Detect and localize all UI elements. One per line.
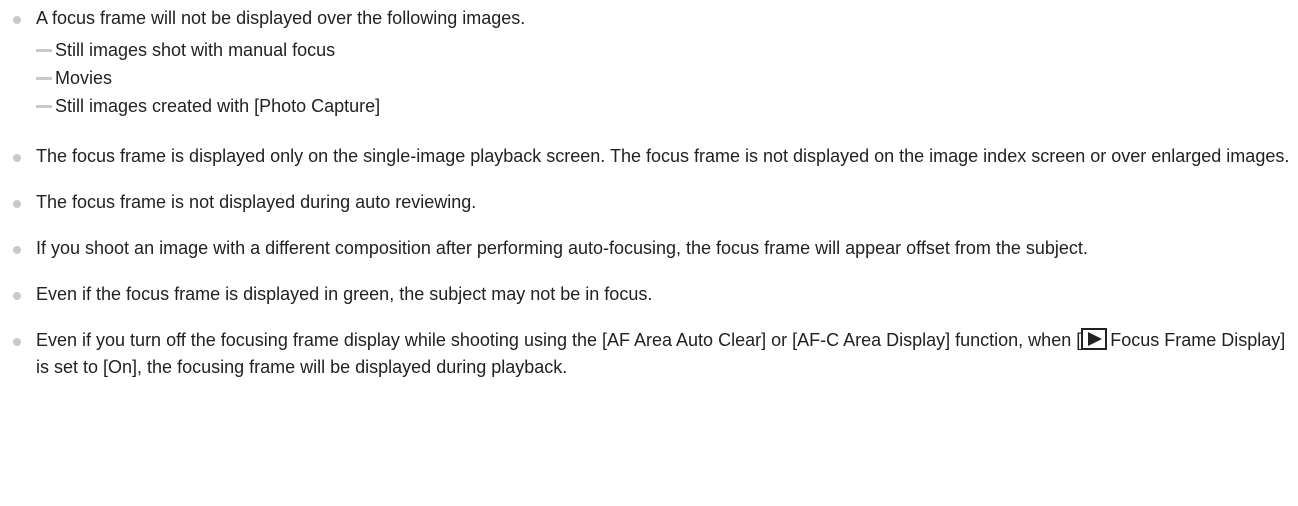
sub-item-text: Still images shot with manual focus xyxy=(55,40,336,60)
bullet-icon xyxy=(13,154,21,162)
playback-icon xyxy=(1081,328,1108,350)
note-item: Even if you turn off the focusing frame … xyxy=(0,327,1298,381)
sub-list: Still images shot with manual focus Movi… xyxy=(36,36,1298,120)
note-item: If you shoot an image with a different c… xyxy=(0,235,1298,262)
bullet-icon xyxy=(13,246,21,254)
note-item: A focus frame will not be displayed over… xyxy=(0,5,1298,120)
bullet-icon xyxy=(13,200,21,208)
note-text: The focus frame is displayed only on the… xyxy=(36,146,1290,166)
note-item: The focus frame is displayed only on the… xyxy=(0,143,1298,170)
sub-list-item: Still images shot with manual focus xyxy=(36,36,1298,64)
note-text: If you shoot an image with a different c… xyxy=(36,238,1088,258)
note-text: Even if the focus frame is displayed in … xyxy=(36,284,653,304)
bullet-icon xyxy=(13,16,21,24)
sub-item-text: Still images created with [Photo Capture… xyxy=(55,96,381,116)
note-item: Even if the focus frame is displayed in … xyxy=(0,281,1298,308)
note-text: The focus frame is not displayed during … xyxy=(36,192,477,212)
dash-icon xyxy=(36,77,52,80)
note-text: A focus frame will not be displayed over… xyxy=(36,8,526,28)
dash-icon xyxy=(36,105,52,108)
bullet-icon xyxy=(13,292,21,300)
sub-list-item: Movies xyxy=(36,64,1298,92)
sub-item-text: Movies xyxy=(55,68,113,88)
note-text-before-icon: Even if you turn off the focusing frame … xyxy=(36,330,1082,350)
dash-icon xyxy=(36,49,52,52)
note-item: The focus frame is not displayed during … xyxy=(0,189,1298,216)
notes-list: A focus frame will not be displayed over… xyxy=(0,0,1298,381)
bullet-icon xyxy=(13,338,21,346)
sub-list-item: Still images created with [Photo Capture… xyxy=(36,92,1298,120)
